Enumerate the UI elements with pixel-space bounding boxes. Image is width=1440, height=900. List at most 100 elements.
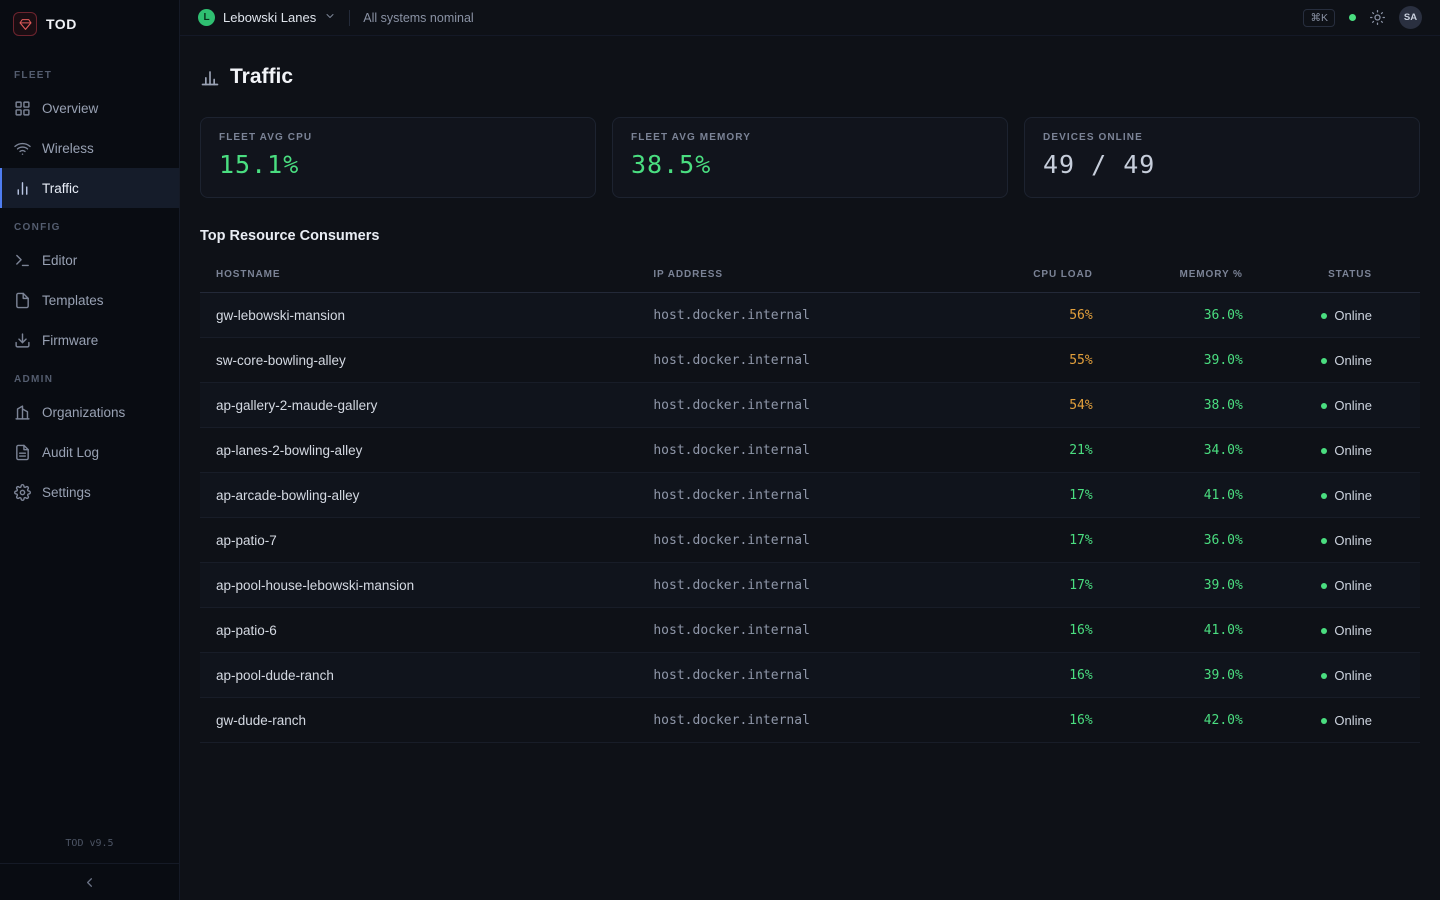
bar-chart-icon — [200, 67, 220, 87]
top-resource-consumers-table: HOSTNAME IP ADDRESS CPU LOAD MEMORY % ST… — [200, 257, 1420, 743]
sun-icon — [1370, 10, 1385, 25]
status-badge: Online — [1321, 578, 1372, 593]
status-label: Online — [1334, 443, 1372, 458]
status-label: Online — [1334, 533, 1372, 548]
cell-cpu: 21% — [961, 428, 1101, 473]
file-icon — [14, 292, 31, 309]
app-logo: TOD — [0, 0, 179, 46]
sidebar-item-firmware[interactable]: Firmware — [0, 320, 179, 360]
cell-ip: host.docker.internal — [645, 383, 960, 428]
sidebar-item-label: Settings — [42, 485, 91, 500]
sidebar-item-editor[interactable]: Editor — [0, 240, 179, 280]
theme-toggle-button[interactable] — [1370, 10, 1385, 25]
status-badge: Online — [1321, 713, 1372, 728]
cell-cpu: 16% — [961, 698, 1101, 743]
download-icon — [14, 332, 31, 349]
column-header-cpu: CPU LOAD — [961, 257, 1101, 293]
cell-ip: host.docker.internal — [645, 473, 960, 518]
status-badge: Online — [1321, 533, 1372, 548]
table-row[interactable]: ap-lanes-2-bowling-alley host.docker.int… — [200, 428, 1420, 473]
status-label: Online — [1334, 308, 1372, 323]
cell-ip: host.docker.internal — [645, 653, 960, 698]
sidebar-item-label: Firmware — [42, 333, 98, 348]
nav-section-fleet: FLEET — [0, 56, 179, 88]
online-dot-icon — [1321, 358, 1327, 364]
health-dot — [1349, 14, 1356, 21]
column-header-ip: IP ADDRESS — [645, 257, 960, 293]
stat-card-devices-online: DEVICES ONLINE 49 / 49 — [1024, 117, 1420, 198]
page-title: Traffic — [230, 65, 293, 89]
table-row[interactable]: sw-core-bowling-alley host.docker.intern… — [200, 338, 1420, 383]
page-content: Traffic FLEET AVG CPU 15.1% FLEET AVG ME… — [180, 36, 1440, 743]
cell-memory: 42.0% — [1101, 698, 1251, 743]
online-dot-icon — [1321, 538, 1327, 544]
cell-ip: host.docker.internal — [645, 608, 960, 653]
status-badge: Online — [1321, 443, 1372, 458]
sidebar-item-audit-log[interactable]: Audit Log — [0, 432, 179, 472]
column-header-status: STATUS — [1251, 257, 1420, 293]
table-row[interactable]: ap-pool-house-lebowski-mansion host.dock… — [200, 563, 1420, 608]
cell-cpu: 55% — [961, 338, 1101, 383]
cell-memory: 34.0% — [1101, 428, 1251, 473]
cell-cpu: 17% — [961, 473, 1101, 518]
table-row[interactable]: gw-lebowski-mansion host.docker.internal… — [200, 293, 1420, 338]
org-avatar: L — [198, 9, 215, 26]
file-text-icon — [14, 444, 31, 461]
online-dot-icon — [1321, 673, 1327, 679]
online-dot-icon — [1321, 583, 1327, 589]
table-title: Top Resource Consumers — [200, 228, 1420, 244]
table-row[interactable]: ap-patio-6 host.docker.internal 16% 41.0… — [200, 608, 1420, 653]
table-header-row: HOSTNAME IP ADDRESS CPU LOAD MEMORY % ST… — [200, 257, 1420, 293]
org-switcher[interactable]: L Lebowski Lanes — [198, 9, 336, 27]
cell-cpu: 56% — [961, 293, 1101, 338]
sidebar-item-label: Overview — [42, 101, 98, 116]
column-header-memory: MEMORY % — [1101, 257, 1251, 293]
cell-hostname: ap-arcade-bowling-alley — [200, 473, 645, 518]
column-header-hostname: HOSTNAME — [200, 257, 645, 293]
sidebar-item-wireless[interactable]: Wireless — [0, 128, 179, 168]
stat-value: 15.1% — [219, 150, 577, 179]
table-row[interactable]: ap-gallery-2-maude-gallery host.docker.i… — [200, 383, 1420, 428]
terminal-icon — [14, 252, 31, 269]
cell-ip: host.docker.internal — [645, 293, 960, 338]
cell-ip: host.docker.internal — [645, 698, 960, 743]
cell-cpu: 54% — [961, 383, 1101, 428]
topbar: L Lebowski Lanes All systems nominal ⌘K … — [180, 0, 1440, 36]
status-label: Online — [1334, 713, 1372, 728]
status-label: Online — [1334, 668, 1372, 683]
cell-memory: 41.0% — [1101, 473, 1251, 518]
gear-icon — [14, 484, 31, 501]
status-label: Online — [1334, 398, 1372, 413]
table-row[interactable]: ap-patio-7 host.docker.internal 17% 36.0… — [200, 518, 1420, 563]
cell-hostname: sw-core-bowling-alley — [200, 338, 645, 383]
sidebar-nav: FLEET Overview Wireless Traffic CONFIG E… — [0, 46, 179, 838]
table-row[interactable]: ap-arcade-bowling-alley host.docker.inte… — [200, 473, 1420, 518]
sidebar-item-templates[interactable]: Templates — [0, 280, 179, 320]
sidebar-collapse-button[interactable] — [0, 863, 179, 900]
online-dot-icon — [1321, 403, 1327, 409]
sidebar-item-overview[interactable]: Overview — [0, 88, 179, 128]
page-title-row: Traffic — [200, 65, 1420, 89]
bar-chart-icon — [14, 180, 31, 197]
cell-memory: 36.0% — [1101, 518, 1251, 563]
sidebar-item-settings[interactable]: Settings — [0, 472, 179, 512]
app-logo-icon — [13, 12, 37, 36]
sidebar-item-label: Traffic — [42, 181, 79, 196]
cell-cpu: 16% — [961, 608, 1101, 653]
sidebar-item-traffic[interactable]: Traffic — [0, 168, 179, 208]
table-row[interactable]: gw-dude-ranch host.docker.internal 16% 4… — [200, 698, 1420, 743]
command-palette-shortcut[interactable]: ⌘K — [1303, 9, 1335, 27]
sidebar-item-label: Wireless — [42, 141, 94, 156]
wifi-icon — [14, 140, 31, 157]
table-body: gw-lebowski-mansion host.docker.internal… — [200, 293, 1420, 743]
online-dot-icon — [1321, 628, 1327, 634]
cell-memory: 36.0% — [1101, 293, 1251, 338]
cell-cpu: 17% — [961, 563, 1101, 608]
cell-hostname: ap-pool-dude-ranch — [200, 653, 645, 698]
cell-hostname: ap-patio-7 — [200, 518, 645, 563]
sidebar-item-organizations[interactable]: Organizations — [0, 392, 179, 432]
table-row[interactable]: ap-pool-dude-ranch host.docker.internal … — [200, 653, 1420, 698]
cell-hostname: gw-dude-ranch — [200, 698, 645, 743]
user-avatar[interactable]: SA — [1399, 6, 1422, 29]
sidebar-item-label: Organizations — [42, 405, 125, 420]
